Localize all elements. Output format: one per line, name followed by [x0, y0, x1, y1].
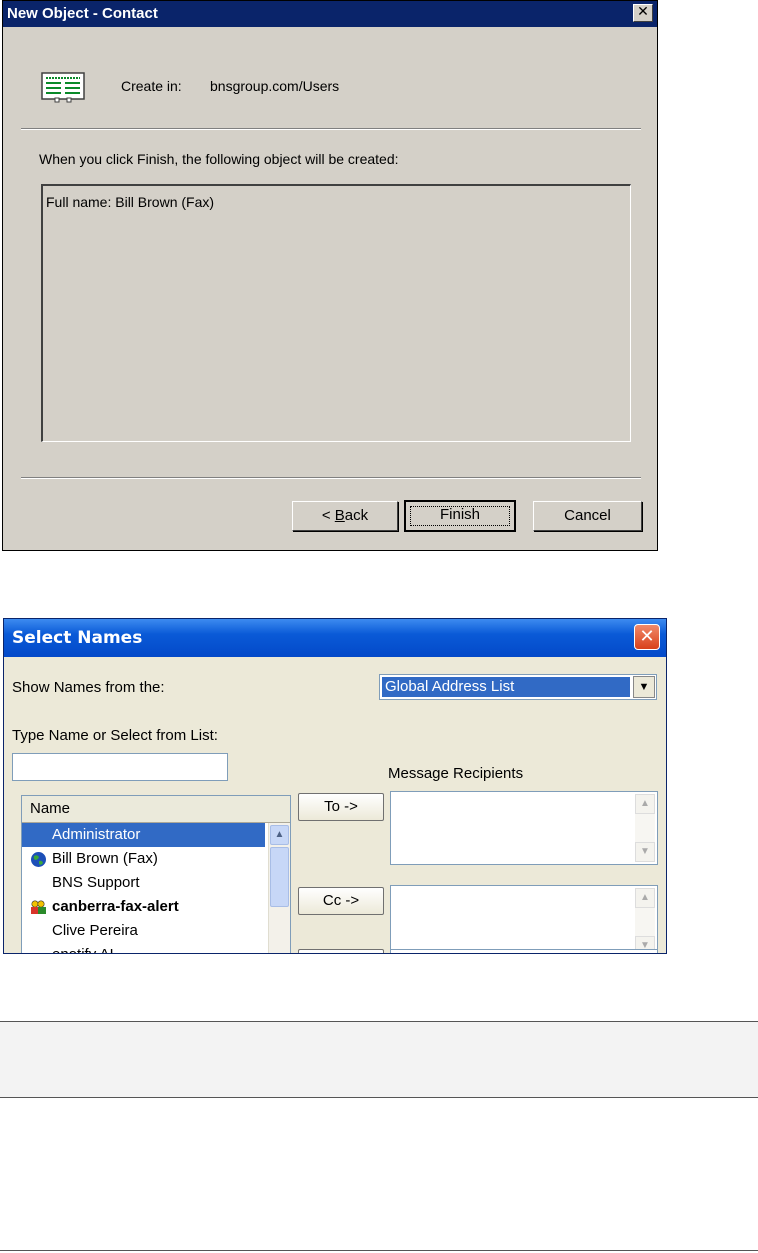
cc-button[interactable]: Cc -> — [298, 887, 384, 915]
select-names-dialog: Select Names ✕ Show Names from the: Glob… — [3, 618, 667, 954]
address-list-value: Global Address List — [382, 677, 630, 697]
list-item[interactable]: canberra-fax-alert — [22, 895, 265, 919]
to-button[interactable]: To -> — [298, 793, 384, 821]
list-item[interactable]: Administrator — [22, 823, 265, 847]
scroll-up-icon[interactable]: ▲ — [635, 794, 655, 814]
new-contact-dialog: New Object - Contact ✕ Create in: bnsgro… — [2, 0, 658, 551]
back-button-label: ack — [344, 507, 369, 524]
name-column-header[interactable]: Name — [22, 796, 290, 823]
cancel-button[interactable]: Cancel — [533, 501, 642, 531]
names-rows: Administrator Bill Brown (Fax) BNS Support… — [22, 823, 265, 953]
list-item-label: Clive Pereira — [52, 922, 138, 939]
list-item-label: enotify AI — [52, 946, 114, 953]
list-item-label: Administrator — [52, 826, 141, 843]
list-item-label: Bill Brown (Fax) — [52, 850, 158, 867]
list-item[interactable]: Clive Pereira — [22, 919, 265, 943]
show-names-label: Show Names from the: — [12, 679, 165, 696]
divider — [0, 1250, 758, 1251]
focus-rect — [410, 506, 510, 526]
cc-recipients-scrollbar[interactable]: ▲ ▼ — [635, 888, 655, 953]
divider — [0, 1097, 758, 1098]
grey-band — [0, 1022, 758, 1097]
close-button[interactable]: ✕ — [633, 4, 653, 22]
list-item-label: BNS Support — [52, 874, 140, 891]
bcc-recipients-box[interactable] — [390, 949, 658, 953]
list-item-label: canberra-fax-alert — [52, 898, 179, 915]
list-item[interactable]: enotify AI — [22, 943, 265, 953]
back-button[interactable]: < Back — [292, 501, 398, 531]
cancel-button-label: Cancel — [564, 507, 611, 524]
close-icon: ✕ — [637, 4, 649, 20]
dropdown-arrow-icon[interactable]: ▼ — [633, 676, 655, 698]
scroll-up-icon[interactable]: ▲ — [270, 825, 289, 845]
message-recipients-label: Message Recipients — [388, 765, 524, 782]
separator — [21, 128, 641, 130]
create-in-label: Create in: — [121, 78, 182, 94]
summary-box: Full name: Bill Brown (Fax) — [41, 184, 631, 442]
summary-text: Full name: Bill Brown (Fax) — [46, 194, 215, 210]
list-item[interactable]: Bill Brown (Fax) — [22, 847, 265, 871]
to-recipients-scrollbar[interactable]: ▲ ▼ — [635, 794, 655, 862]
close-button[interactable]: ✕ — [634, 624, 660, 650]
close-icon: ✕ — [639, 626, 655, 647]
distribution-list-icon — [30, 899, 47, 916]
to-recipients-box[interactable]: ▲ ▼ — [390, 791, 658, 865]
scroll-thumb[interactable] — [270, 847, 289, 907]
address-list-select[interactable]: Global Address List ▼ — [379, 674, 657, 700]
finish-button[interactable]: Finish — [404, 500, 516, 532]
contact-card-icon — [41, 72, 85, 103]
bcc-button[interactable] — [298, 949, 384, 953]
globe-icon — [30, 851, 47, 868]
cc-recipients-box[interactable]: ▲ ▼ — [390, 885, 658, 953]
scroll-down-icon[interactable]: ▼ — [635, 842, 655, 862]
back-button-mnemonic: B — [334, 507, 345, 524]
type-name-label: Type Name or Select from List: — [12, 727, 218, 744]
dialog-title: New Object - Contact — [3, 1, 657, 27]
instruction-text: When you click Finish, the following obj… — [39, 151, 399, 167]
scroll-up-icon[interactable]: ▲ — [635, 888, 655, 908]
names-scrollbar[interactable]: ▲ — [268, 823, 290, 953]
name-search-input[interactable] — [12, 753, 228, 781]
dialog-title: Select Names — [4, 619, 666, 657]
separator — [21, 477, 641, 479]
names-list[interactable]: Name Administrator Bill Brown (Fax) BNS Su… — [21, 795, 291, 953]
list-item[interactable]: BNS Support — [22, 871, 265, 895]
create-in-path: bnsgroup.com/Users — [210, 78, 340, 94]
back-button-prefix: < — [321, 507, 335, 524]
